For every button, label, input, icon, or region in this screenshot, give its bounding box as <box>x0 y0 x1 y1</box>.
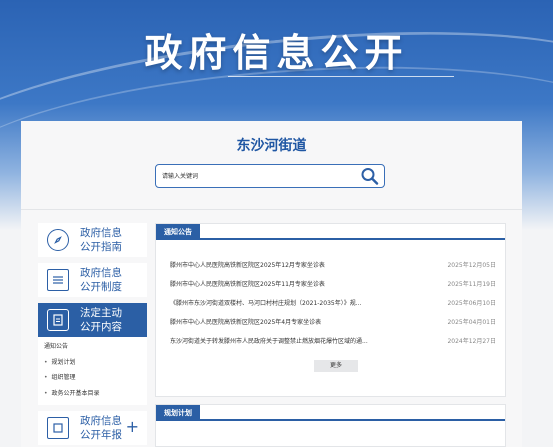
sidebar-item-guide[interactable]: 政府信息 公开指南 <box>38 223 147 257</box>
planning-section: 规划计划 <box>155 404 506 447</box>
sidebar-item-statutory[interactable]: 法定主动 公开内容 <box>38 303 147 337</box>
notice-heading: 通知公告 <box>156 224 200 240</box>
document-list-icon <box>47 269 69 291</box>
sidebar-item-label: 政府信息 公开指南 <box>80 227 122 253</box>
compass-icon <box>47 229 69 251</box>
sidebar-item-label: 政府信息 公开制度 <box>80 267 122 293</box>
list-item[interactable]: 《滕州市东沙河街道双楼村、马河口村村庄规划（2021-2035年）》规... 20… <box>170 294 496 313</box>
sidebar-item-label: 政府信息 公开年报 <box>80 415 122 441</box>
divider <box>21 209 522 210</box>
plus-icon[interactable]: + <box>126 417 139 437</box>
search-box <box>155 164 385 188</box>
list-item[interactable]: 滕州市中心人民医院高铁新区院区2025年12月专家坐诊表 2025年12月05日 <box>170 256 496 275</box>
submenu-item-planning[interactable]: 规划计划 <box>44 355 147 371</box>
notice-section: 通知公告 滕州市中心人民医院高铁新区院区2025年12月专家坐诊表 2025年12… <box>155 223 506 397</box>
more-button[interactable]: 更多 <box>314 360 358 372</box>
notice-list: 滕州市中心人民医院高铁新区院区2025年12月专家坐诊表 2025年12月05日 … <box>170 256 496 351</box>
submenu-item-organization[interactable]: 组织管理 <box>44 370 147 386</box>
sidebar-submenu: 通知公告 规划计划 组织管理 政务公开基本目录 <box>38 337 147 405</box>
search-button[interactable] <box>360 167 380 185</box>
sidebar-item-label: 法定主动 公开内容 <box>80 307 122 333</box>
sidebar-item-system[interactable]: 政府信息 公开制度 <box>38 263 147 297</box>
submenu-item-notice[interactable]: 通知公告 <box>44 339 147 355</box>
submenu-item-catalog[interactable]: 政务公开基本目录 <box>44 386 147 402</box>
district-title: 东沙河街道 <box>236 138 307 154</box>
planning-heading: 规划计划 <box>156 405 200 421</box>
banner-title: 政府信息公开 <box>144 31 409 75</box>
list-item[interactable]: 东沙河街道关于转发滕州市人民政府关于调整禁止燃放烟花爆竹区域的通... 2024年… <box>170 332 496 351</box>
list-item[interactable]: 滕州市中心人民医院高铁新区院区2025年11月专家坐诊表 2025年11月19日 <box>170 275 496 294</box>
clipboard-icon <box>47 309 69 331</box>
search-input[interactable] <box>162 167 352 185</box>
banner-underline <box>228 76 454 77</box>
search-icon <box>361 168 379 185</box>
sidebar-item-annual-report[interactable]: 政府信息 公开年报 + <box>38 411 147 445</box>
list-item[interactable]: 滕州市中心人民医院高铁新区院区2025年4月专家坐诊表 2025年04月01日 <box>170 313 496 332</box>
sidebar: 政府信息公开指南 政府信息公开制度 法定主动公开内容 通知公告 规划计划 组织管… <box>38 223 147 447</box>
report-icon <box>47 417 69 439</box>
content-panel: 东沙河街道 政府信息公开指南 政府信息公开制度 <box>21 121 522 447</box>
section-header: 规划计划 <box>156 405 505 421</box>
section-header: 通知公告 <box>156 224 505 240</box>
